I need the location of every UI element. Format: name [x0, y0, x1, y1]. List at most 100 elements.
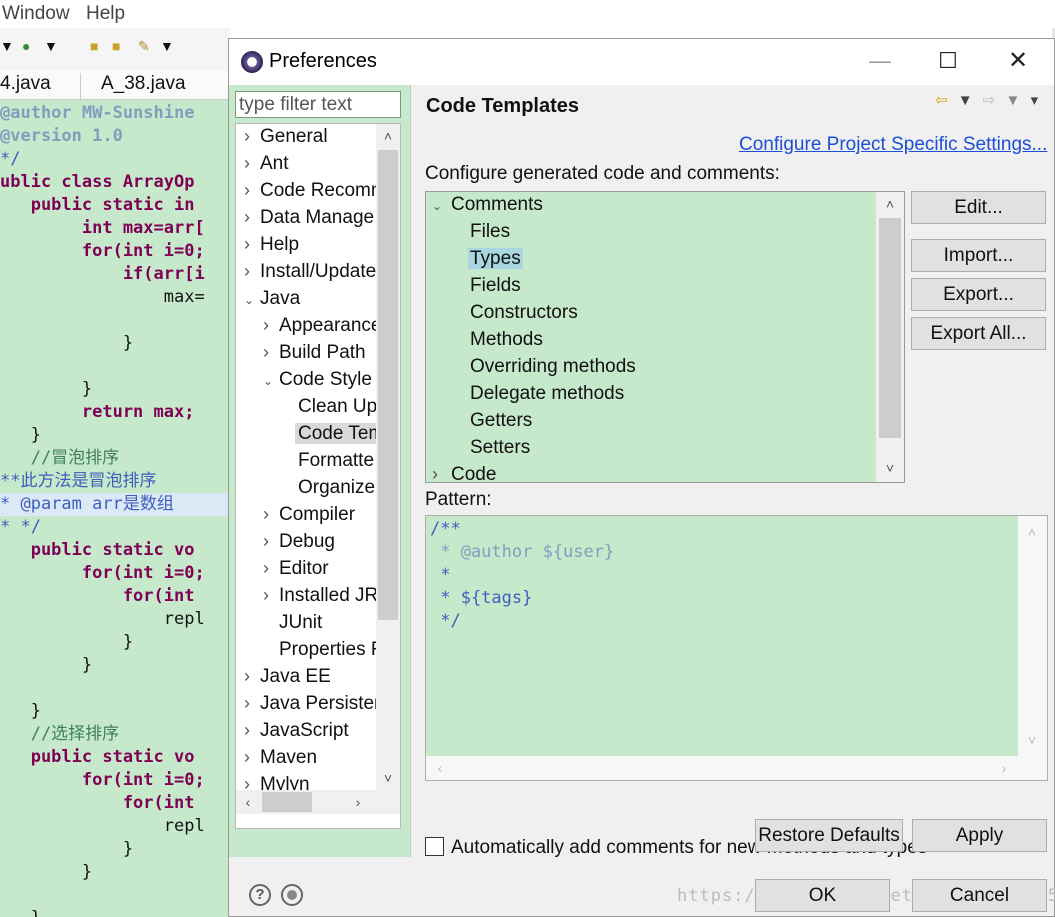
chevron-right-icon[interactable]: ›: [244, 258, 260, 285]
folder-icon[interactable]: ■: [112, 38, 120, 54]
brush-icon[interactable]: ✎: [138, 38, 150, 55]
chevron-right-icon[interactable]: ›: [244, 177, 260, 204]
template-item[interactable]: Methods: [470, 326, 543, 353]
template-item[interactable]: Constructors: [470, 299, 578, 326]
menu-help[interactable]: Help: [86, 3, 125, 25]
tree-item[interactable]: › Code Recomn: [244, 177, 376, 204]
chevron-right-icon[interactable]: ›: [244, 744, 260, 771]
scroll-up-icon[interactable]: ˄: [376, 124, 400, 148]
tree-item[interactable]: › Compiler: [263, 501, 355, 528]
tree-item[interactable]: › Editor: [263, 555, 329, 582]
tree-item[interactable]: › Ant: [244, 150, 289, 177]
tree-vertical-scrollbar[interactable]: ˄ ˅: [376, 124, 400, 790]
template-item[interactable]: › Code: [432, 461, 496, 482]
restore-defaults-button[interactable]: Restore Defaults: [755, 819, 903, 852]
back-arrow-icon[interactable]: ⇦: [935, 92, 948, 109]
tree-item[interactable]: › Install/Update: [244, 258, 376, 285]
scroll-down-icon[interactable]: ˅: [878, 456, 902, 480]
tree-item[interactable]: Clean Up: [282, 393, 376, 420]
chevron-right-icon[interactable]: ›: [244, 663, 260, 690]
scroll-thumb[interactable]: [262, 792, 312, 812]
run-icon[interactable]: ●: [22, 38, 30, 54]
pattern-vertical-scrollbar[interactable]: ˄ ˅: [1018, 516, 1047, 756]
chevron-right-icon[interactable]: ›: [244, 124, 260, 150]
template-item[interactable]: Types: [468, 245, 523, 272]
pattern-horizontal-scrollbar[interactable]: ‹ ›: [426, 756, 1047, 780]
template-item[interactable]: ⌄ Comments: [432, 192, 543, 220]
chevron-right-icon[interactable]: ›: [244, 690, 260, 717]
dialog-titlebar[interactable]: Preferences — ☐ ✕: [229, 39, 1054, 85]
chevron-right-icon[interactable]: ›: [432, 461, 451, 482]
view-menu-icon[interactable]: ▾: [1031, 92, 1039, 109]
dropdown-icon[interactable]: ▼: [44, 38, 58, 54]
template-item[interactable]: Files: [470, 218, 510, 245]
tree-item[interactable]: › Mylyn: [244, 771, 310, 790]
tree-item[interactable]: › Installed JR: [263, 582, 376, 609]
chevron-right-icon[interactable]: ›: [244, 717, 260, 744]
chevron-right-icon[interactable]: ›: [263, 339, 279, 366]
tree-item[interactable]: Formatte: [282, 447, 374, 474]
chevron-down-icon[interactable]: ⌄: [263, 368, 279, 395]
tree-item[interactable]: › Maven: [244, 744, 317, 771]
ok-button[interactable]: OK: [755, 879, 890, 912]
tree-item[interactable]: › General: [244, 124, 328, 150]
import-export-icon[interactable]: [281, 884, 303, 906]
pattern-viewer[interactable]: /** * @author ${user} * * ${tags} */ ˄ ˅…: [425, 515, 1048, 781]
import-button[interactable]: Import...: [911, 239, 1046, 272]
editor-tab[interactable]: A_38.java: [80, 73, 190, 99]
chevron-right-icon[interactable]: ›: [244, 231, 260, 258]
tree-item[interactable]: ⌄ Java: [244, 285, 300, 312]
template-item[interactable]: Getters: [470, 407, 532, 434]
tree-item[interactable]: › Debug: [263, 528, 335, 555]
tree-item[interactable]: › Build Path: [263, 339, 366, 366]
forward-arrow-icon[interactable]: ⇨: [983, 92, 996, 109]
template-item[interactable]: Overriding methods: [470, 353, 636, 380]
tree-item[interactable]: › Appearance: [263, 312, 376, 339]
dropdown-icon[interactable]: ▼: [0, 38, 14, 54]
maximize-button[interactable]: ☐: [913, 39, 983, 85]
project-settings-link[interactable]: Configure Project Specific Settings...: [739, 134, 1047, 156]
cancel-button[interactable]: Cancel: [912, 879, 1047, 912]
template-item[interactable]: Fields: [470, 272, 521, 299]
chevron-right-icon[interactable]: ›: [263, 555, 279, 582]
scroll-thumb[interactable]: [879, 218, 901, 438]
templates-vertical-scrollbar[interactable]: ˄ ˅: [876, 192, 904, 482]
tree-item[interactable]: › Data Manage: [244, 204, 374, 231]
tree-item[interactable]: ⌄ Code Style: [263, 366, 372, 393]
scroll-down-icon[interactable]: ˅: [376, 766, 400, 790]
scroll-right-icon[interactable]: ›: [992, 756, 1016, 780]
chevron-right-icon[interactable]: ›: [263, 582, 279, 609]
tree-item[interactable]: › Java Persisten: [244, 690, 376, 717]
tree-item[interactable]: Code Tem: [282, 420, 376, 447]
chevron-right-icon[interactable]: ›: [263, 501, 279, 528]
template-item[interactable]: Setters: [470, 434, 530, 461]
dropdown-icon[interactable]: ▼: [160, 38, 174, 54]
tree-item[interactable]: Properties F: [263, 636, 376, 663]
menu-window[interactable]: Window: [2, 3, 70, 25]
auto-comment-checkbox[interactable]: [425, 837, 444, 856]
minimize-button[interactable]: —: [845, 39, 915, 85]
apply-button[interactable]: Apply: [912, 819, 1047, 852]
tree-item[interactable]: Organize: [282, 474, 375, 501]
chevron-right-icon[interactable]: ›: [244, 204, 260, 231]
tree-item[interactable]: › Help: [244, 231, 299, 258]
code-editor[interactable]: @author MW-Sunshine @version 1.0 */ ublic c…: [0, 100, 228, 917]
chevron-down-icon[interactable]: ⌄: [432, 193, 451, 220]
scroll-right-icon[interactable]: ›: [346, 790, 370, 814]
export-button[interactable]: Export...: [911, 278, 1046, 311]
scroll-up-icon[interactable]: ˄: [878, 192, 902, 216]
tree-horizontal-scrollbar[interactable]: ‹ ›: [236, 790, 400, 814]
scroll-left-icon[interactable]: ‹: [236, 790, 260, 814]
export-all-button[interactable]: Export All...: [911, 317, 1046, 350]
edit-button[interactable]: Edit...: [911, 191, 1046, 224]
template-item[interactable]: Delegate methods: [470, 380, 624, 407]
tree-item[interactable]: › JavaScript: [244, 717, 349, 744]
tree-item[interactable]: JUnit: [263, 609, 322, 636]
scroll-left-icon[interactable]: ‹: [428, 756, 452, 780]
chevron-right-icon[interactable]: ›: [244, 771, 260, 790]
forward-menu-icon[interactable]: ▼: [1006, 92, 1021, 109]
chevron-right-icon[interactable]: ›: [263, 312, 279, 339]
help-icon[interactable]: ?: [249, 884, 271, 906]
chevron-right-icon[interactable]: ›: [263, 528, 279, 555]
scroll-up-icon[interactable]: ˄: [1020, 520, 1044, 544]
